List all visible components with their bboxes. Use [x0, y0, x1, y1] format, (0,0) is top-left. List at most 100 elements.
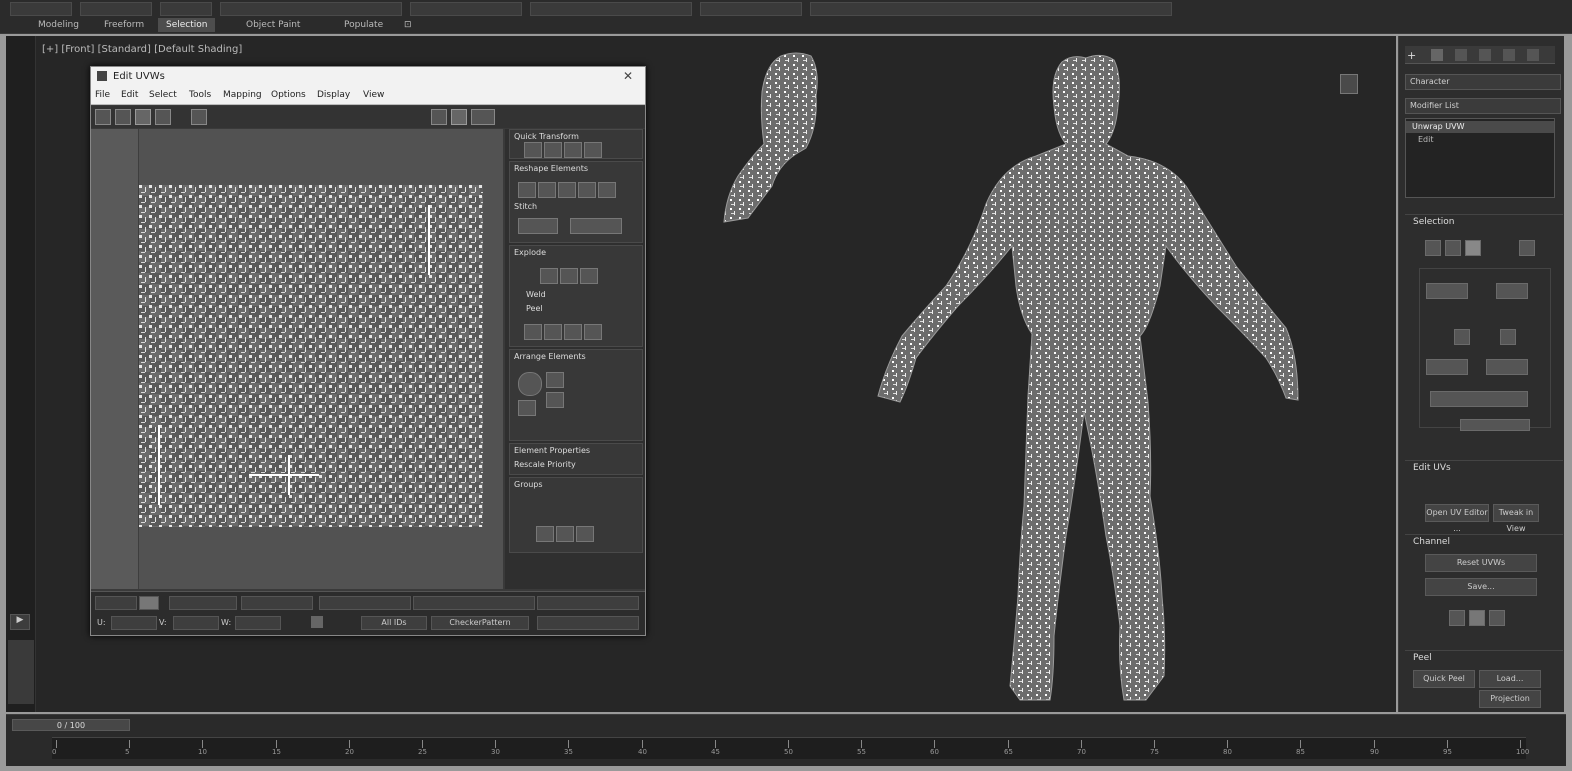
channel-icon-2[interactable] [1469, 610, 1485, 626]
pack-custom-icon[interactable] [518, 400, 536, 416]
vertex-select-icon[interactable] [1425, 240, 1441, 256]
modify-tab-icon[interactable] [1431, 49, 1443, 61]
angle-spinner[interactable] [1426, 359, 1468, 375]
uv-editor-window[interactable]: Edit UVWs ✕ File Edit Select Tools Mappi… [90, 66, 646, 636]
stack-item-unwrap[interactable]: Unwrap UVW [1406, 121, 1554, 133]
loop-ring-buttons[interactable] [1496, 283, 1528, 299]
stitch-settings-button[interactable] [570, 218, 622, 234]
play-icon[interactable]: ▶ [10, 614, 30, 630]
stack-tools-icons[interactable] [1414, 177, 1524, 189]
element-select-icon[interactable] [1519, 240, 1535, 256]
motion-tab-icon[interactable] [1479, 49, 1491, 61]
freeform-icon[interactable] [155, 109, 171, 125]
create-selection-set[interactable] [700, 2, 802, 16]
quick-transform-header[interactable]: Quick Transform [514, 132, 579, 141]
select-mode-icons[interactable] [95, 596, 137, 610]
viewcube-icon[interactable] [1328, 70, 1370, 100]
explode-header[interactable]: Explode [514, 248, 546, 257]
loop-ring-tools[interactable] [319, 596, 411, 610]
create-tab-icon[interactable]: + [1407, 49, 1416, 62]
select-by-element-tools[interactable] [413, 596, 535, 610]
view-nav-icons[interactable] [537, 616, 639, 630]
show-map-icon[interactable] [431, 109, 447, 125]
channel-icon-1[interactable] [1449, 610, 1465, 626]
element-props-header[interactable]: Element Properties [514, 446, 590, 455]
arrange-header[interactable]: Arrange Elements [514, 352, 586, 361]
ribbon-toggle-icon[interactable]: ⊡ [396, 18, 420, 32]
align-icon[interactable] [524, 142, 542, 158]
v-spinner[interactable] [173, 616, 219, 630]
menu-mapping[interactable]: Mapping [223, 90, 262, 100]
w-spinner[interactable] [235, 616, 281, 630]
utilities-tab-icon[interactable] [1527, 49, 1539, 61]
menu-options[interactable]: Options [271, 90, 306, 100]
time-slider[interactable]: 0 / 100 [12, 719, 130, 731]
hierarchy-tab-icon[interactable] [1455, 49, 1467, 61]
lock-icon[interactable] [311, 616, 323, 628]
u-spinner[interactable] [111, 616, 157, 630]
menu-view[interactable]: View [363, 90, 384, 100]
tab-freeform[interactable]: Freeform [96, 18, 152, 32]
peel-rollout-header[interactable]: Peel [1405, 650, 1563, 665]
all-ids-dropdown[interactable]: All IDs [361, 616, 427, 630]
group-select-icon[interactable] [536, 526, 554, 542]
close-icon[interactable]: ✕ [623, 69, 633, 83]
uv-canvas[interactable] [91, 129, 503, 589]
rotate-icon[interactable] [115, 109, 131, 125]
grow-shrink-tools[interactable] [537, 596, 639, 610]
snap-icons[interactable] [530, 2, 692, 16]
stitch-button[interactable] [518, 218, 558, 234]
menu-tools[interactable]: Tools [189, 90, 211, 100]
quick-peel-button[interactable]: Quick Peel [1413, 670, 1475, 688]
align-h-icon[interactable] [544, 142, 562, 158]
edge-select-icon[interactable] [1445, 240, 1461, 256]
straighten-icon[interactable] [518, 182, 536, 198]
tab-selection[interactable]: Selection [158, 18, 216, 32]
open-uv-editor-button[interactable]: Open UV Editor ... [1425, 504, 1489, 533]
display-tab-icon[interactable] [1503, 49, 1515, 61]
stack-item-sub[interactable]: Edit [1418, 135, 1434, 144]
flatten-icon[interactable] [580, 268, 598, 284]
select-filter-dropdown[interactable] [160, 2, 212, 16]
uv-editor-titlebar[interactable]: Edit UVWs ✕ [91, 67, 645, 87]
break-icon[interactable] [540, 268, 558, 284]
selection-color-swatch[interactable] [139, 596, 159, 610]
command-panel-tabs[interactable]: + [1405, 46, 1555, 64]
linear-align-icon[interactable] [584, 142, 602, 158]
select-by-icon[interactable] [1454, 329, 1470, 345]
soft-selection-controls[interactable] [169, 596, 237, 610]
save-button[interactable]: Save... [1425, 578, 1537, 596]
group-remove-icon[interactable] [576, 526, 594, 542]
scale-icon[interactable] [135, 109, 151, 125]
peel-mode-icon[interactable] [564, 324, 582, 340]
tab-modeling[interactable]: Modeling [30, 18, 87, 32]
selection-icons[interactable] [80, 2, 152, 16]
select-element-icon[interactable] [1500, 329, 1516, 345]
reset-uvws-button[interactable]: Reset UVWs [1425, 554, 1537, 572]
uv-toggle-icon[interactable] [451, 109, 467, 125]
load-button[interactable]: Load... [1479, 670, 1541, 688]
named-selection-field[interactable] [410, 2, 522, 16]
menu-file[interactable]: File [95, 90, 110, 100]
modifier-list-dropdown[interactable]: Modifier List [1405, 98, 1561, 114]
rotate-90-icon[interactable] [578, 182, 596, 198]
menu-display[interactable]: Display [317, 90, 350, 100]
flip-icon[interactable] [598, 182, 616, 198]
relax-settings-icon[interactable] [558, 182, 576, 198]
object-name-field[interactable]: Character [1405, 74, 1561, 90]
relax-icon[interactable] [538, 182, 556, 198]
select-option-icons[interactable] [1430, 391, 1528, 407]
grow-shrink-buttons[interactable] [1426, 283, 1468, 299]
move-icon[interactable] [95, 109, 111, 125]
menu-select[interactable]: Select [149, 90, 177, 100]
set-id-spinner[interactable] [1460, 419, 1530, 431]
menu-edit[interactable]: Edit [121, 90, 138, 100]
weld-target-icon[interactable] [544, 324, 562, 340]
pack-icon[interactable] [518, 372, 542, 396]
map-channel-dropdown[interactable] [471, 109, 495, 125]
transform-icons[interactable] [220, 2, 402, 16]
tab-object-paint[interactable]: Object Paint [238, 18, 308, 32]
group-add-icon[interactable] [556, 526, 574, 542]
align-v-icon[interactable] [564, 142, 582, 158]
timeline-track[interactable]: 0 5 10 15 20 25 30 35 40 45 50 55 60 65 70 75 80 85 90 95 10… [52, 737, 1529, 759]
